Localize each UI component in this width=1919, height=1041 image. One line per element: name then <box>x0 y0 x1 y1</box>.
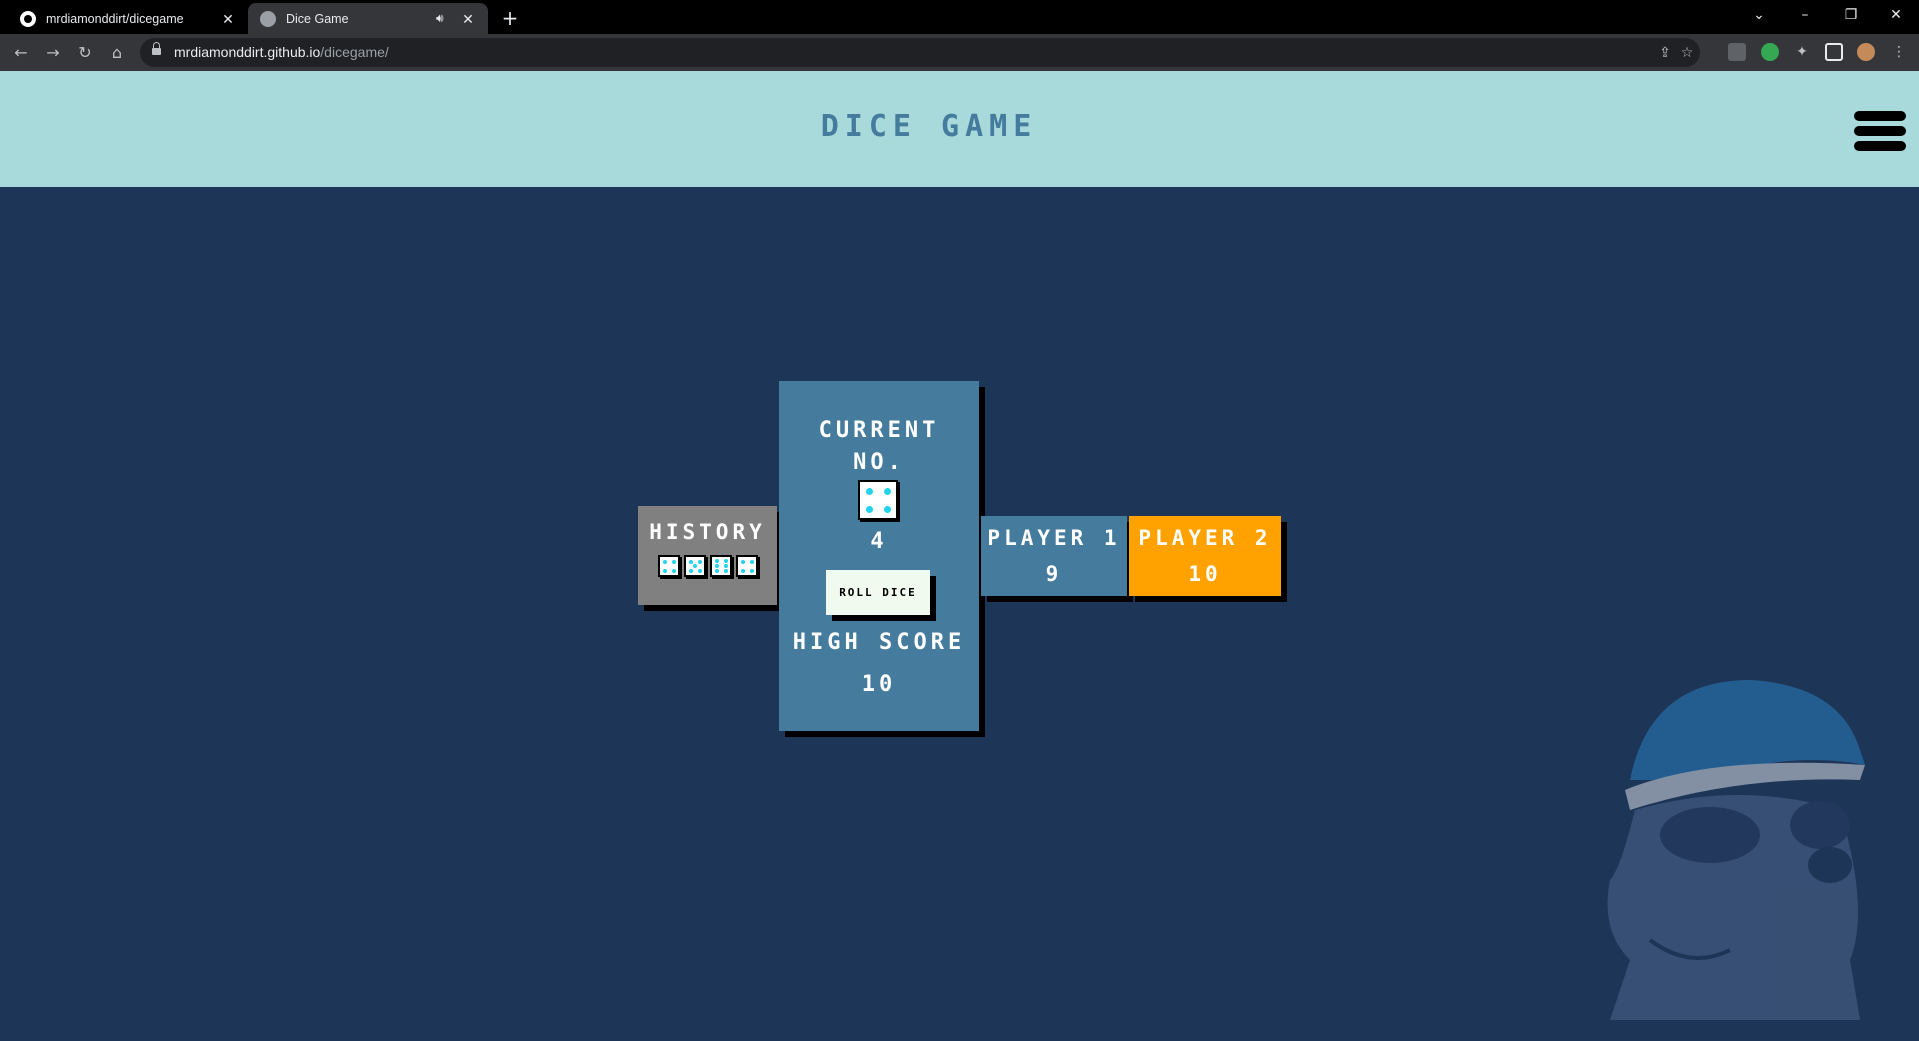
extension-icon[interactable] <box>1728 43 1746 61</box>
die-face-4 <box>858 480 898 520</box>
globe-icon <box>260 10 276 27</box>
browser-toolbar: ← → ↻ ⌂ mrdiamonddirt.github.io/dicegame… <box>0 34 1919 71</box>
current-die <box>858 480 898 520</box>
more-menu-icon[interactable]: ⋮ <box>1890 43 1908 61</box>
tab-dice-game[interactable]: Dice Game 🔊︎ ✕ <box>248 3 488 34</box>
die-pip <box>749 559 754 564</box>
player-name: PLAYER 1 <box>987 526 1121 550</box>
die-pip <box>688 559 693 564</box>
die-pip <box>723 564 728 568</box>
die-pip <box>749 568 754 573</box>
audio-icon[interactable]: 🔊︎ <box>436 11 452 26</box>
history-panel: HISTORY <box>638 506 777 605</box>
die-face-4 <box>658 555 680 577</box>
hamburger-icon[interactable] <box>1854 111 1906 153</box>
die-face-5 <box>684 555 706 577</box>
roll-dice-button[interactable]: ROLL DICE <box>826 570 930 615</box>
die-pip <box>723 558 728 563</box>
die-face-4 <box>736 555 758 577</box>
browser-tabstrip: mrdiamonddirt/dicegame ✕ Dice Game 🔊︎ ✕ … <box>0 0 1919 34</box>
dog-mascot-icon <box>1607 680 1865 1020</box>
player-score: 9 <box>1045 562 1063 586</box>
player-name: PLAYER 2 <box>1138 526 1272 550</box>
home-button[interactable]: ⌂ <box>104 40 130 66</box>
die-pip <box>662 559 667 564</box>
forward-button[interactable]: → <box>40 40 66 66</box>
die-pip <box>865 487 873 495</box>
url-text: mrdiamonddirt.github.io/dicegame/ <box>174 44 389 60</box>
extension-icon[interactable] <box>1761 43 1779 61</box>
close-icon[interactable]: ✕ <box>220 11 236 27</box>
site-header: DICE GAME <box>0 71 1919 187</box>
die-pip <box>883 487 891 495</box>
share-icon[interactable]: ⇪ <box>1656 44 1674 62</box>
close-icon[interactable]: ✕ <box>460 11 476 27</box>
die-face-6 <box>710 555 732 577</box>
address-bar[interactable]: mrdiamonddirt.github.io/dicegame/ ⇪ ☆ <box>140 38 1700 67</box>
puzzle-icon[interactable]: ✦ <box>1793 43 1811 61</box>
minimize-button[interactable]: – <box>1782 0 1828 34</box>
tab-title: Dice Game <box>286 11 349 26</box>
die-pip <box>688 568 693 573</box>
die-pip <box>865 505 873 513</box>
back-button[interactable]: ← <box>8 40 34 66</box>
current-panel: CURRENT NO. 4 ROLL DICE HIGH SCORE 10 <box>779 381 979 731</box>
history-label: HISTORY <box>649 520 766 544</box>
window-close-button[interactable]: ✕ <box>1873 0 1919 34</box>
current-number: 4 <box>870 529 888 554</box>
die-pip <box>714 569 719 574</box>
player-2-card: PLAYER 2 10 <box>1129 516 1281 596</box>
die-pip <box>740 559 745 564</box>
history-dice <box>658 555 758 577</box>
bookmark-star-icon[interactable]: ☆ <box>1678 44 1696 62</box>
die-pip <box>697 559 702 564</box>
tab-title: mrdiamonddirt/dicegame <box>46 11 184 26</box>
die-pip <box>740 568 745 573</box>
current-label: CURRENT NO. <box>818 418 940 475</box>
high-score-value: 10 <box>861 672 897 697</box>
die-pip <box>671 559 676 564</box>
die-pip <box>662 568 667 573</box>
die-pip <box>723 569 728 574</box>
tab-search-icon[interactable]: ⌄ <box>1736 0 1782 34</box>
die-pip <box>671 568 676 573</box>
page-title: DICE GAME <box>820 109 1038 144</box>
player-1-card: PLAYER 1 9 <box>981 516 1127 596</box>
new-tab-button[interactable]: + <box>498 6 522 30</box>
high-score-label: HIGH SCORE <box>792 630 966 655</box>
player-score: 10 <box>1188 562 1222 586</box>
die-pip <box>697 568 702 573</box>
die-pip <box>714 558 719 563</box>
restore-button[interactable]: ❐ <box>1828 0 1874 34</box>
reload-button[interactable]: ↻ <box>72 40 98 66</box>
die-pip <box>714 564 719 568</box>
die-pip <box>883 505 891 513</box>
avatar[interactable] <box>1857 43 1875 61</box>
lock-icon <box>152 42 161 57</box>
die-pip <box>693 564 697 568</box>
tab-github[interactable]: mrdiamonddirt/dicegame ✕ <box>8 3 248 34</box>
side-panel-icon[interactable] <box>1825 43 1843 61</box>
github-icon <box>20 10 36 27</box>
